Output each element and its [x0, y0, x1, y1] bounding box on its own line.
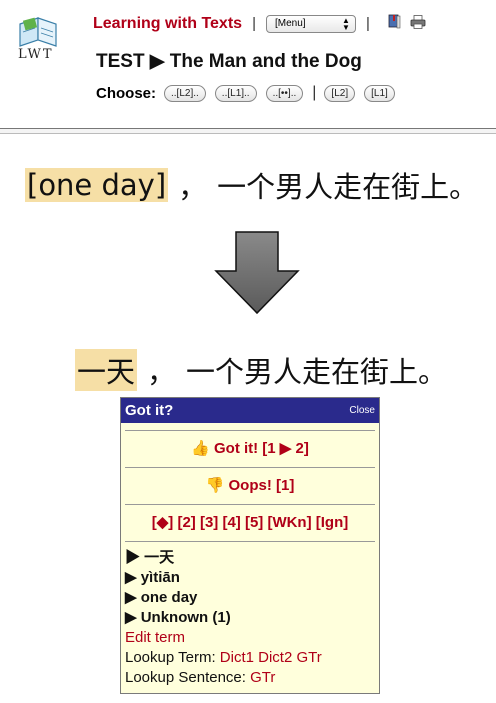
choose-button-l1[interactable]: [L1]	[364, 84, 395, 102]
sentence-after: 一天 ， 一个男人走在街上。	[75, 349, 447, 391]
oops-link[interactable]: Oops! [1]	[229, 477, 295, 494]
term-status: ▶ Unknown (1)	[125, 609, 231, 626]
text-title: TEST ▶ The Man and the Dog	[96, 51, 362, 72]
lookup-sentence-row: Lookup Sentence: GTr	[125, 668, 375, 688]
lookup-gtr-link[interactable]: GTr	[297, 649, 322, 666]
choose-button-l2-l2[interactable]: ..[L2]..	[164, 84, 206, 102]
choose-button-dots[interactable]: ..[••]..	[265, 84, 304, 102]
lookup-sentence-gtr-link[interactable]: GTr	[250, 669, 275, 686]
choose-button-l2[interactable]: [L2]	[324, 84, 356, 102]
choose-bar: Choose: ..[L2].. ..[L1].. ..[••].. | [L2…	[96, 84, 404, 102]
oops-row: 👎 Oops! [1]	[125, 468, 375, 505]
select-arrows-icon: ▲ ▼	[342, 15, 350, 32]
term-translation: ▶ one day	[125, 589, 198, 606]
book-logo-icon	[19, 17, 57, 47]
got-it-popup: Got it? Close 👍 Got it! [1 ▶ 2] 👎 Oops! …	[120, 397, 380, 694]
popup-title: Got it?	[125, 402, 174, 419]
thumbs-down-icon: 👎	[205, 477, 225, 494]
choose-button-l1-l1[interactable]: ..[L1]..	[214, 84, 257, 102]
sentence-punctuation: ，	[178, 170, 208, 204]
sentence-rest[interactable]: 一个男人走在街上。	[217, 164, 478, 206]
edit-term-link[interactable]: Edit term	[125, 628, 375, 648]
lookup-dict1-link[interactable]: Dict1	[220, 649, 254, 666]
logo-text: LWT	[18, 47, 54, 62]
lookup-dict2-link[interactable]: Dict2	[258, 649, 292, 666]
lookup-sentence-label: Lookup Sentence:	[125, 669, 246, 686]
lookup-term-label: Lookup Term:	[125, 649, 216, 666]
sentence-rest[interactable]: 一个男人走在街上。	[186, 349, 447, 391]
book-icon[interactable]	[388, 14, 402, 33]
term-text: ▶ 一天	[125, 549, 175, 566]
menu-select[interactable]: [Menu] ▲ ▼	[265, 14, 356, 33]
got-it-row: 👍 Got it! [1 ▶ 2]	[125, 430, 375, 468]
popup-header: Got it? Close	[121, 398, 379, 423]
printer-icon[interactable]	[410, 14, 426, 33]
separator: |	[365, 15, 370, 32]
app-title-link[interactable]: Learning with Texts	[93, 15, 242, 33]
down-arrow-icon	[214, 231, 300, 319]
status-options[interactable]: [◆] [2] [3] [4] [5] [WKn] [Ign]	[125, 505, 375, 542]
term-info: ▶ 一天 ▶ yìtiān ▶ one day ▶ Unknown (1) Ed…	[121, 542, 379, 688]
separator: |	[252, 15, 256, 32]
top-row: Learning with Texts | [Menu] ▲ ▼ |	[93, 14, 426, 33]
menu-select-value: [Menu]	[274, 18, 306, 29]
choose-label: Choose:	[96, 84, 156, 102]
thumbs-up-icon: 👍	[191, 440, 210, 457]
highlighted-term-translation[interactable]: [one day]	[25, 168, 169, 202]
sentence-punctuation: ，	[147, 355, 177, 389]
got-it-link[interactable]: Got it! [1 ▶ 2]	[214, 440, 309, 457]
sentence-before: [one day] ， 一个男人走在街上。	[25, 164, 478, 206]
highlighted-term[interactable]: 一天	[75, 349, 138, 391]
popup-close-button[interactable]: Close	[349, 405, 375, 416]
header-divider	[0, 128, 496, 134]
term-romanization: ▶ yìtiān	[125, 569, 180, 586]
separator: |	[312, 84, 317, 101]
app-header: LWT Learning with Texts | [Menu] ▲ ▼ | TE…	[0, 0, 496, 128]
lookup-term-row: Lookup Term: Dict1 Dict2 GTr	[125, 648, 375, 668]
